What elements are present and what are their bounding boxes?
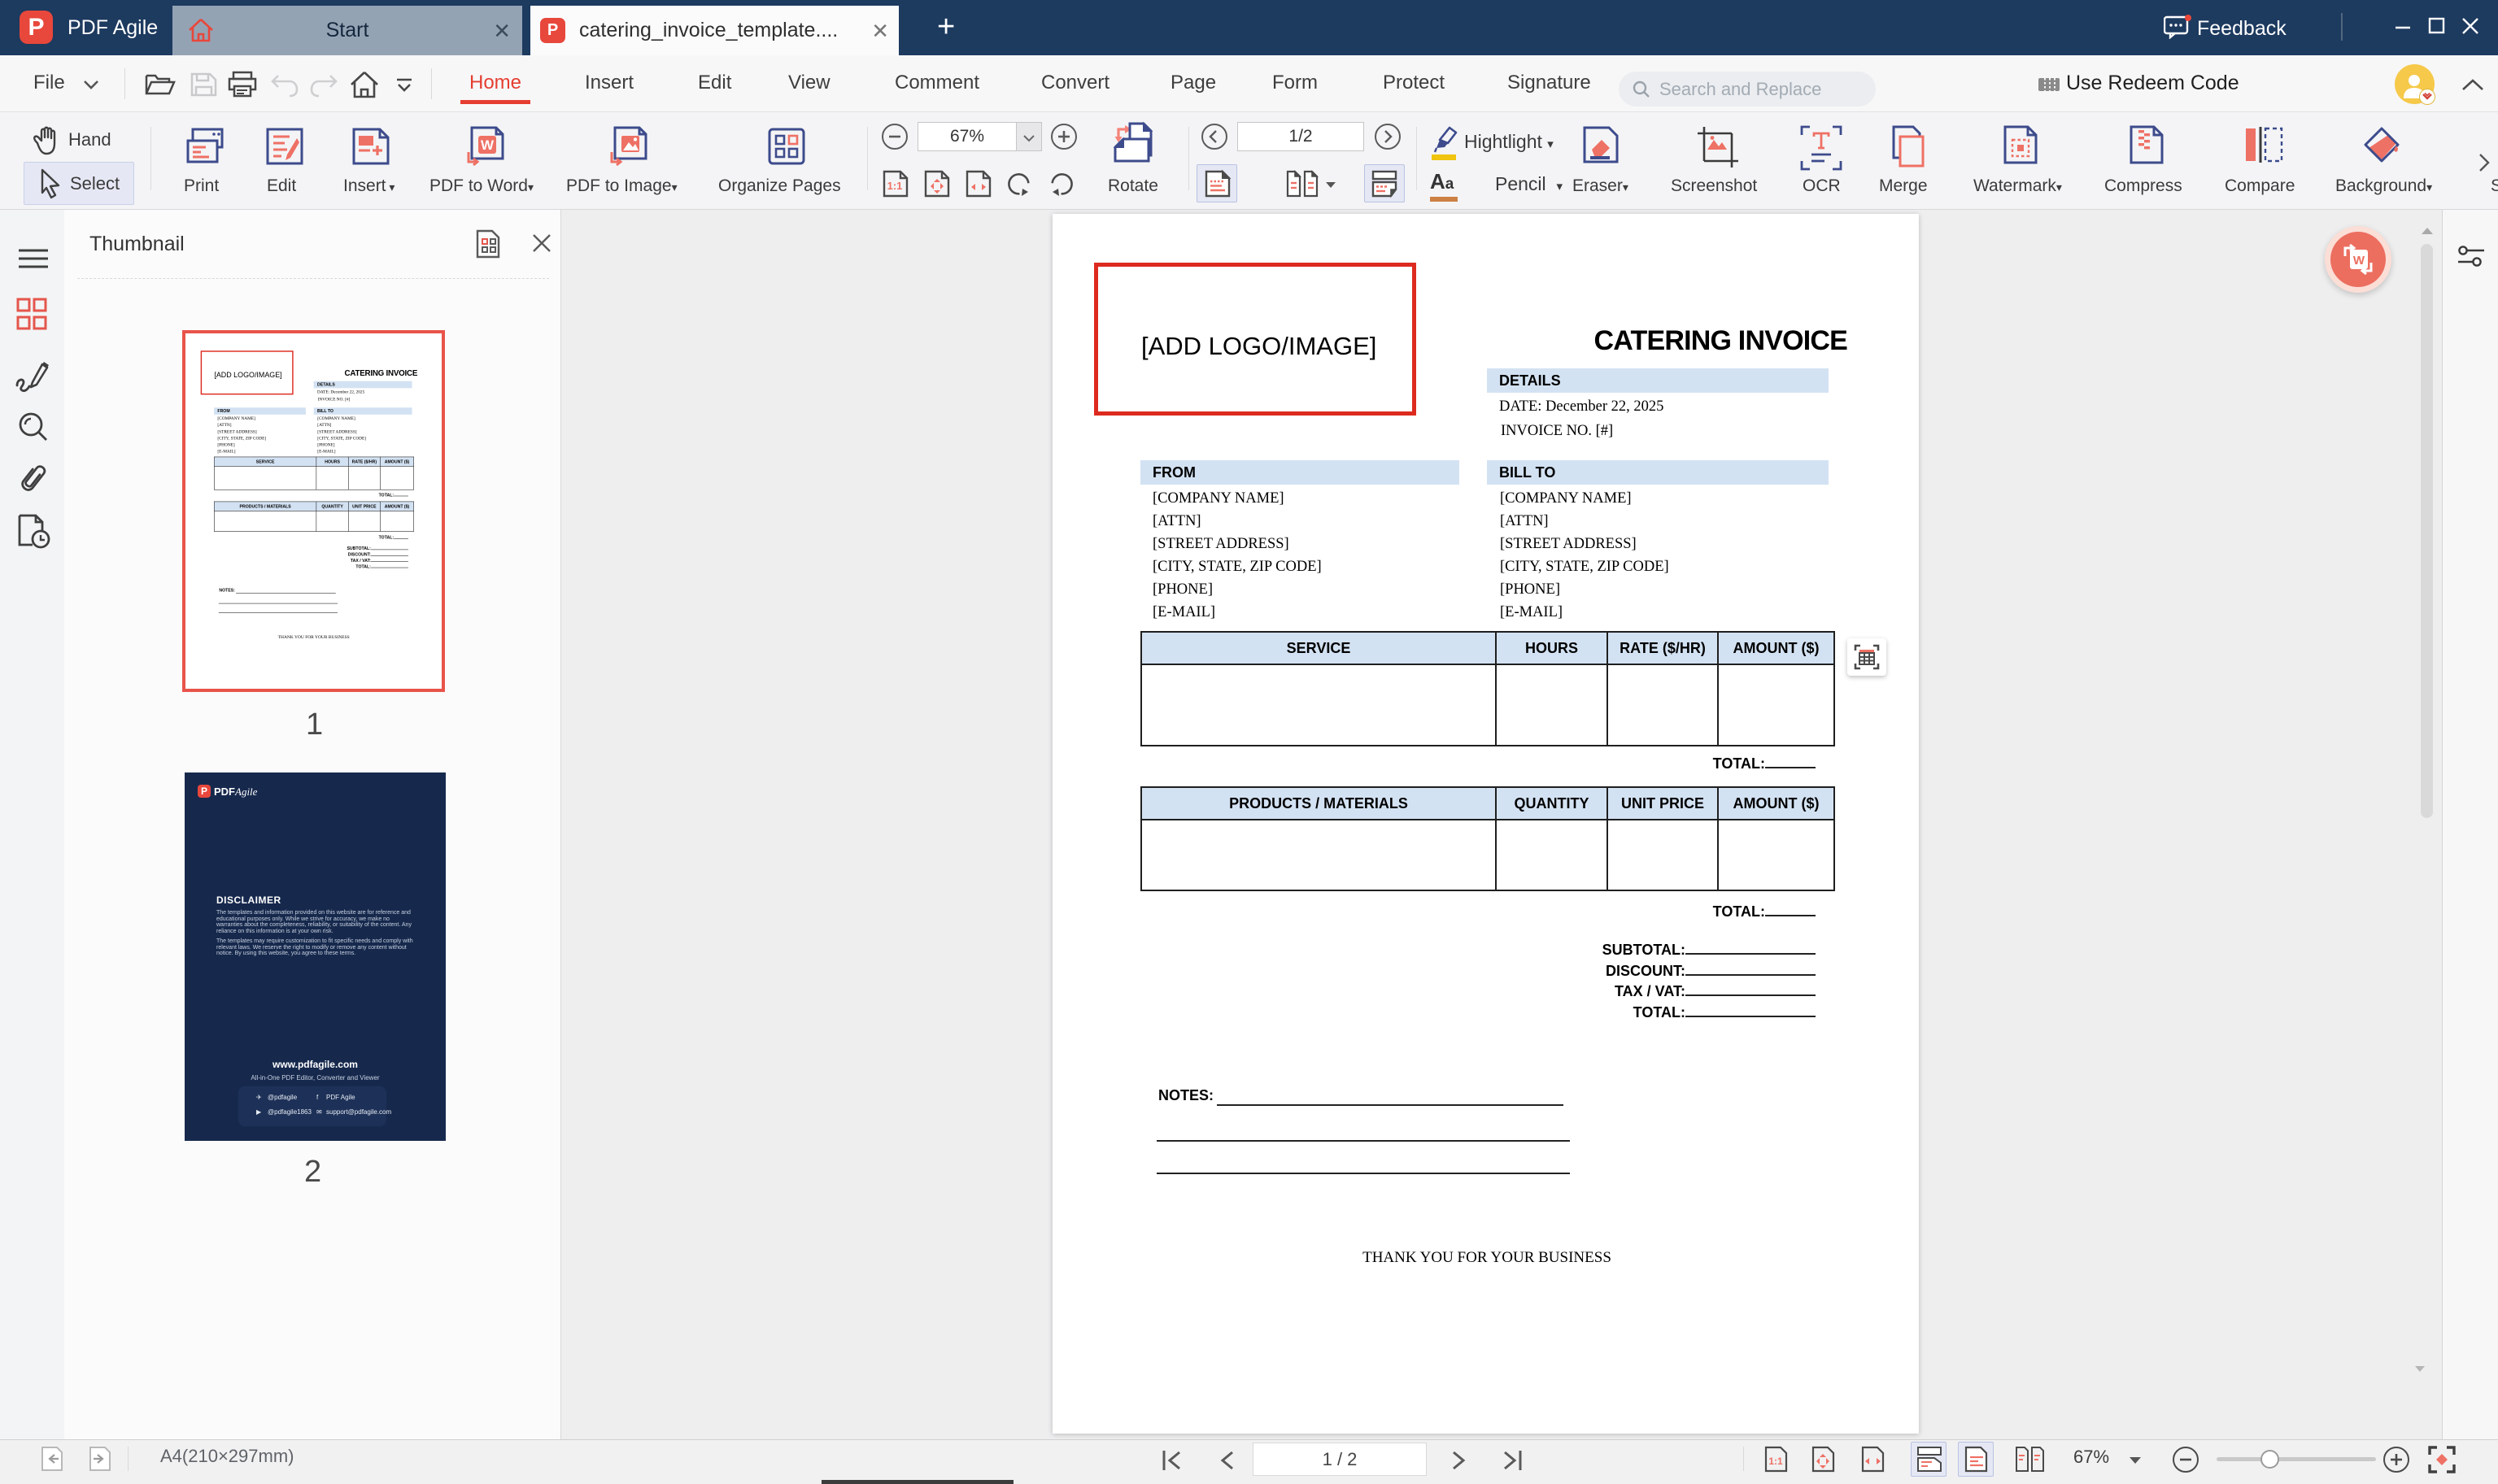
svg-text:W: W	[481, 137, 495, 153]
svg-text:W: W	[2353, 254, 2365, 268]
svg-text:1:1: 1:1	[1768, 1456, 1783, 1467]
svg-text:1:1: 1:1	[887, 180, 903, 192]
